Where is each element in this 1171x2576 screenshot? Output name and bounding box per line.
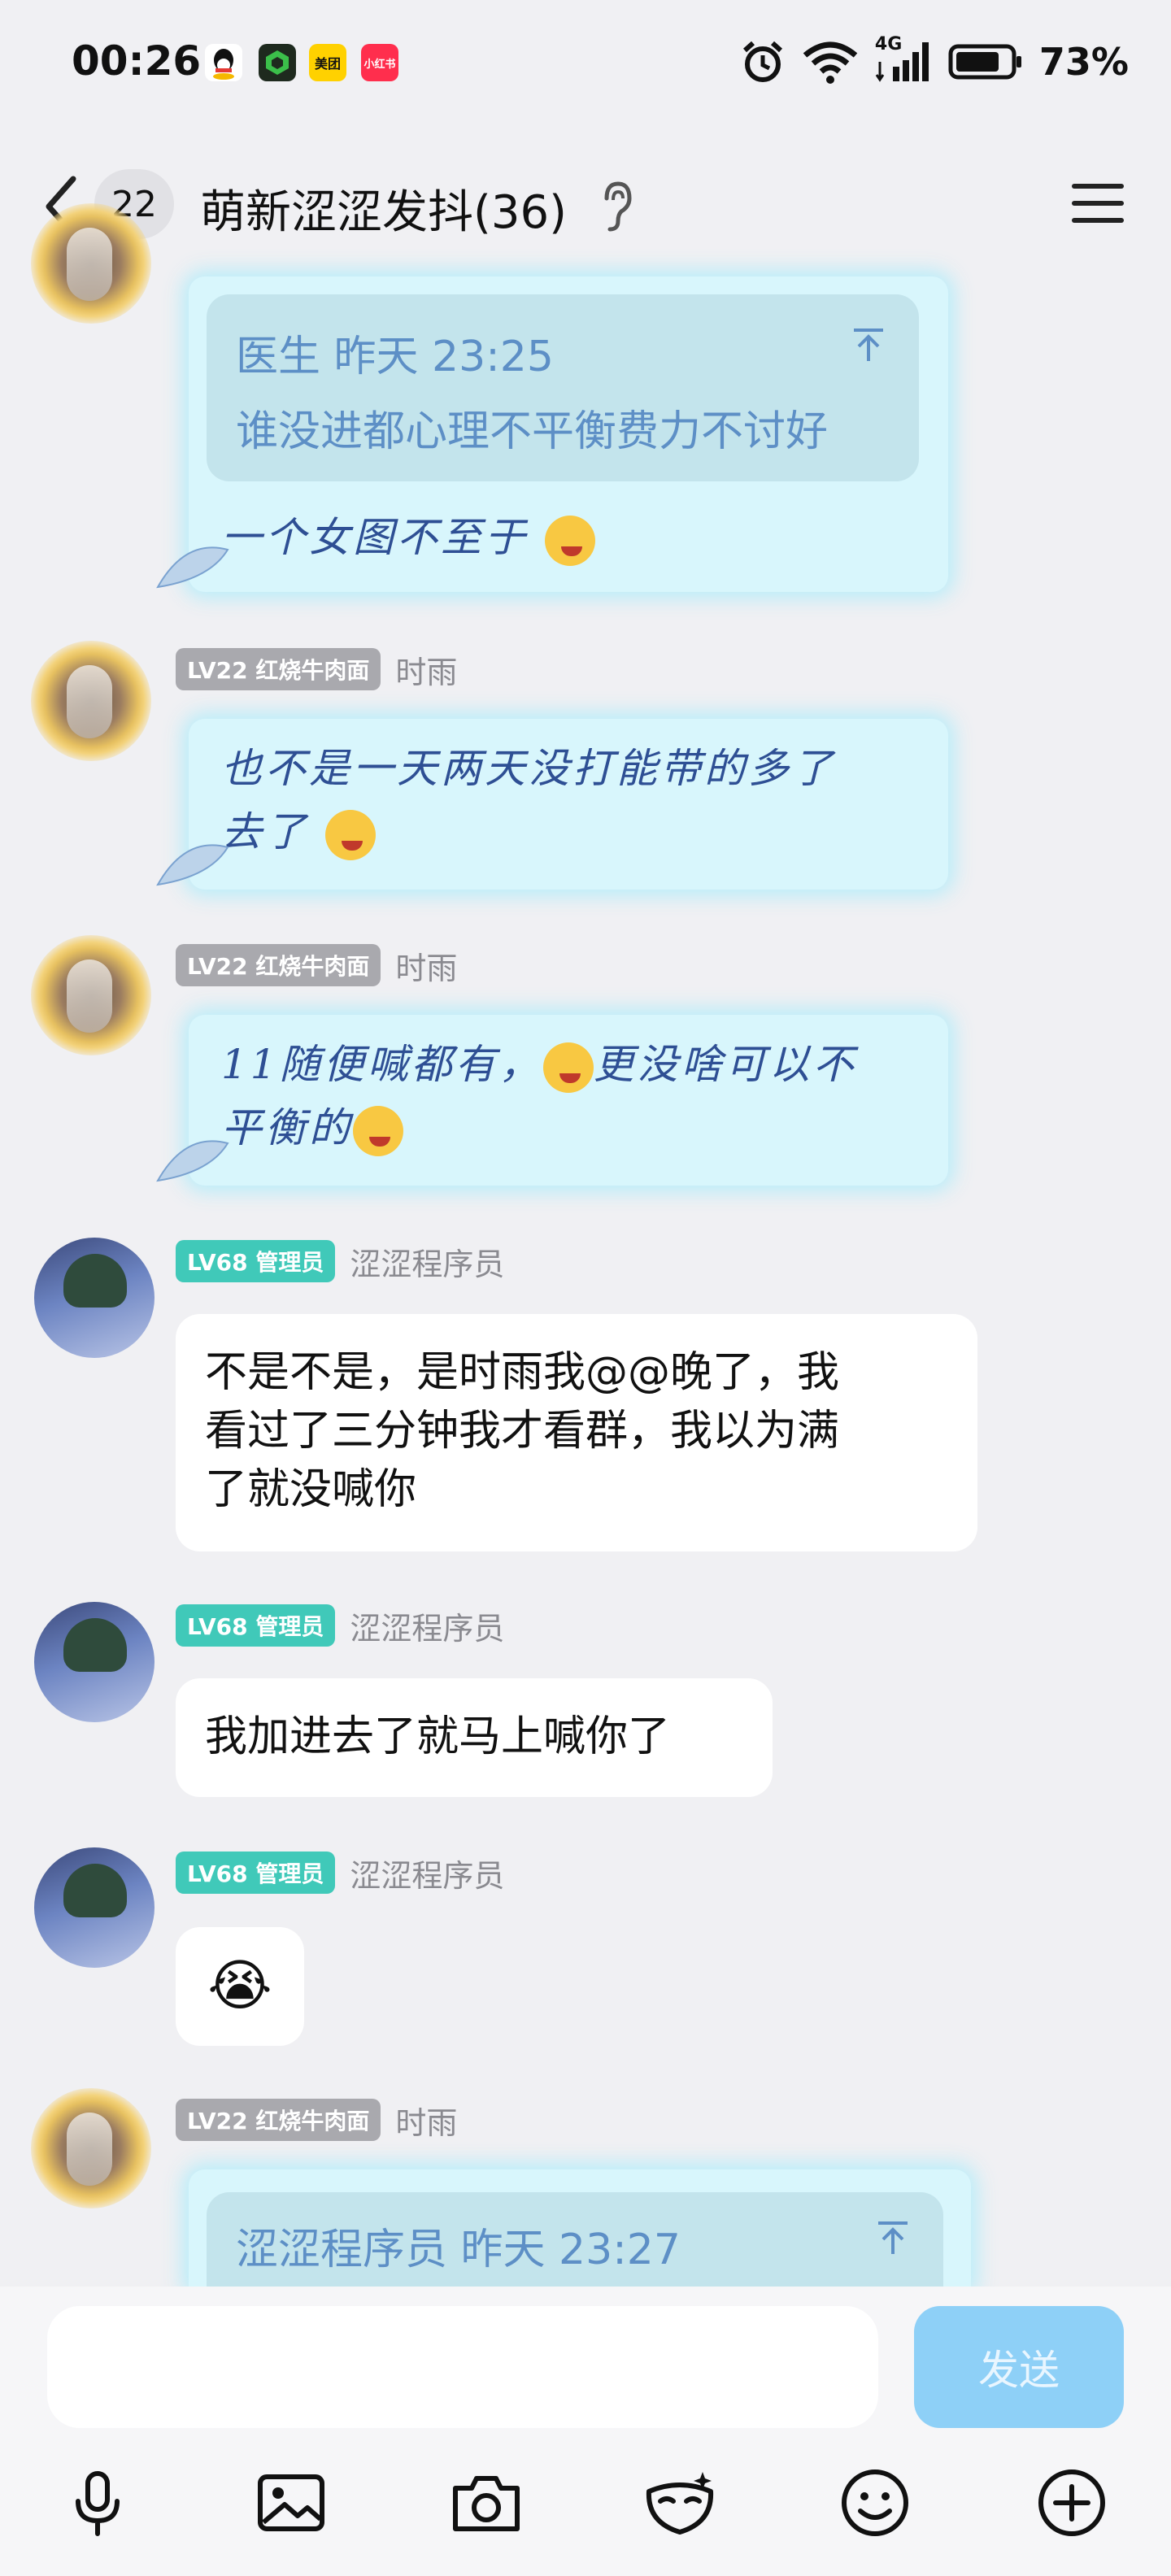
sender-meta: LV68 管理员 涩涩程序员 <box>176 1239 504 1283</box>
status-right: 4G 73% <box>740 34 1129 88</box>
avatar-shiyu[interactable] <box>31 641 151 761</box>
network-type: 4G <box>874 34 903 54</box>
nav-bar: 22 萌新涩涩发抖(36) <box>0 130 1171 273</box>
laughing-emoji <box>544 516 595 566</box>
sender-name: 涩涩程序员 <box>350 1857 505 1894</box>
level-tag: LV68 管理员 <box>176 1604 336 1647</box>
green-app-icon <box>259 44 296 81</box>
message-input[interactable] <box>47 2306 878 2428</box>
mask-icon[interactable] <box>642 2465 717 2540</box>
message-text: 11随便喊都有， 更没啥可以不 平衡的 <box>221 1033 857 1160</box>
avatar-admin[interactable] <box>34 1602 155 1722</box>
message-text: 也不是一天两天没打能带的多了 去了 <box>221 737 836 864</box>
level-tag: LV22 红烧牛肉面 <box>176 2099 381 2141</box>
level-tag: LV22 红烧牛肉面 <box>176 944 381 986</box>
xiaohongshu-icon: 小红书 <box>361 44 398 81</box>
message-text: 我加进去了就马上喊你了 <box>205 1712 671 1761</box>
input-area: 发送 <box>0 2287 1171 2576</box>
quote-sender-time: 医生 昨天 23:25 <box>236 333 554 381</box>
sender-meta: LV68 管理员 涩涩程序员 <box>176 1851 504 1895</box>
feather-decoration-icon <box>156 1140 229 1182</box>
meituan-icon: 美团 <box>309 44 346 81</box>
sender-meta: LV22 红烧牛肉面 时雨 <box>176 647 457 691</box>
quote-sender-time: 涩涩程序员 昨天 23:27 <box>236 2226 681 2274</box>
level-tag: LV68 管理员 <box>176 1240 336 1282</box>
quoted-message[interactable]: 医生 昨天 23:25 谁没进都心理不平衡费力不讨好 <box>207 294 919 481</box>
avatar-admin[interactable] <box>34 1847 155 1968</box>
menu-icon[interactable] <box>1070 181 1125 226</box>
message-bubble-cyan[interactable]: 涩涩程序员 昨天 23:27 <box>189 2169 971 2287</box>
level-tag: LV68 管理员 <box>176 1852 336 1894</box>
alarm-icon <box>742 41 782 82</box>
quote-text: 谁没进都心理不平衡费力不讨好 <box>236 407 829 456</box>
chat-title[interactable]: 萌新涩涩发抖(36) <box>200 176 567 242</box>
sender-meta: LV68 管理员 涩涩程序员 <box>176 1603 504 1647</box>
avatar-admin[interactable] <box>34 1238 155 1358</box>
avatar-shiyu[interactable] <box>31 203 151 324</box>
message-bubble[interactable]: 不是不是，是时雨我@@晚了，我 看过了三分钟我才看群，我以为满 了就没喊你 <box>176 1314 977 1551</box>
sender-name: 涩涩程序员 <box>350 1610 505 1647</box>
message-bubble-cyan[interactable]: 也不是一天两天没打能带的多了 去了 <box>156 719 948 890</box>
avatar-shiyu[interactable] <box>31 935 151 1055</box>
sender-name: 时雨 <box>395 654 458 690</box>
crying-emoji: 😭 <box>207 1954 272 2018</box>
message-bubble-cyan[interactable]: 11随便喊都有， 更没啥可以不 平衡的 <box>156 1015 948 1186</box>
message-bubble[interactable]: 😭 <box>176 1927 304 2046</box>
sender-name: 涩涩程序员 <box>350 1246 505 1282</box>
message-text: 一个女图不至于 <box>221 506 595 569</box>
signal-icon: 4G <box>874 34 932 86</box>
ear-icon[interactable] <box>600 181 633 233</box>
sender-meta: LV22 红烧牛肉面 时雨 <box>176 943 457 987</box>
image-icon[interactable] <box>254 2465 329 2540</box>
feather-decoration-icon <box>156 546 229 589</box>
qq-icon <box>205 44 242 81</box>
quoted-message[interactable]: 涩涩程序员 昨天 23:27 <box>207 2192 943 2287</box>
sender-name: 时雨 <box>395 2104 458 2141</box>
camera-icon[interactable] <box>449 2465 524 2540</box>
feather-decoration-icon <box>156 844 229 886</box>
status-bar: 00:26 美团 小红书 4G 73% <box>0 0 1171 130</box>
message-bubble-cyan[interactable]: 医生 昨天 23:25 谁没进都心理不平衡费力不讨好 一个女图不至于 <box>156 276 948 592</box>
microphone-icon[interactable] <box>60 2465 135 2540</box>
message-bubble[interactable]: 我加进去了就马上喊你了 <box>176 1678 773 1797</box>
jump-to-quote-icon[interactable] <box>875 2220 911 2256</box>
emoji-icon[interactable] <box>838 2465 912 2540</box>
send-button[interactable]: 发送 <box>914 2306 1124 2428</box>
level-tag: LV22 红烧牛肉面 <box>176 648 381 690</box>
sender-name: 时雨 <box>395 950 458 986</box>
message-text-line: 了就没喊你 <box>205 1465 417 1514</box>
battery-icon <box>948 44 1021 80</box>
laughing-emoji <box>542 1042 594 1093</box>
sender-meta: LV22 红烧牛肉面 时雨 <box>176 2098 457 2142</box>
laughing-emoji <box>353 1106 403 1156</box>
plus-icon[interactable] <box>1034 2465 1109 2540</box>
laughing-emoji <box>324 810 376 860</box>
message-text-line: 看过了三分钟我才看群，我以为满 <box>205 1407 840 1456</box>
wifi-icon <box>803 41 858 84</box>
jump-to-quote-icon[interactable] <box>851 327 886 363</box>
message-text-line: 不是不是，是时雨我@@晚了，我 <box>205 1348 840 1397</box>
avatar-shiyu[interactable] <box>31 2088 151 2208</box>
battery-percent: 73% <box>1038 40 1129 84</box>
status-time: 00:26 <box>72 37 202 85</box>
